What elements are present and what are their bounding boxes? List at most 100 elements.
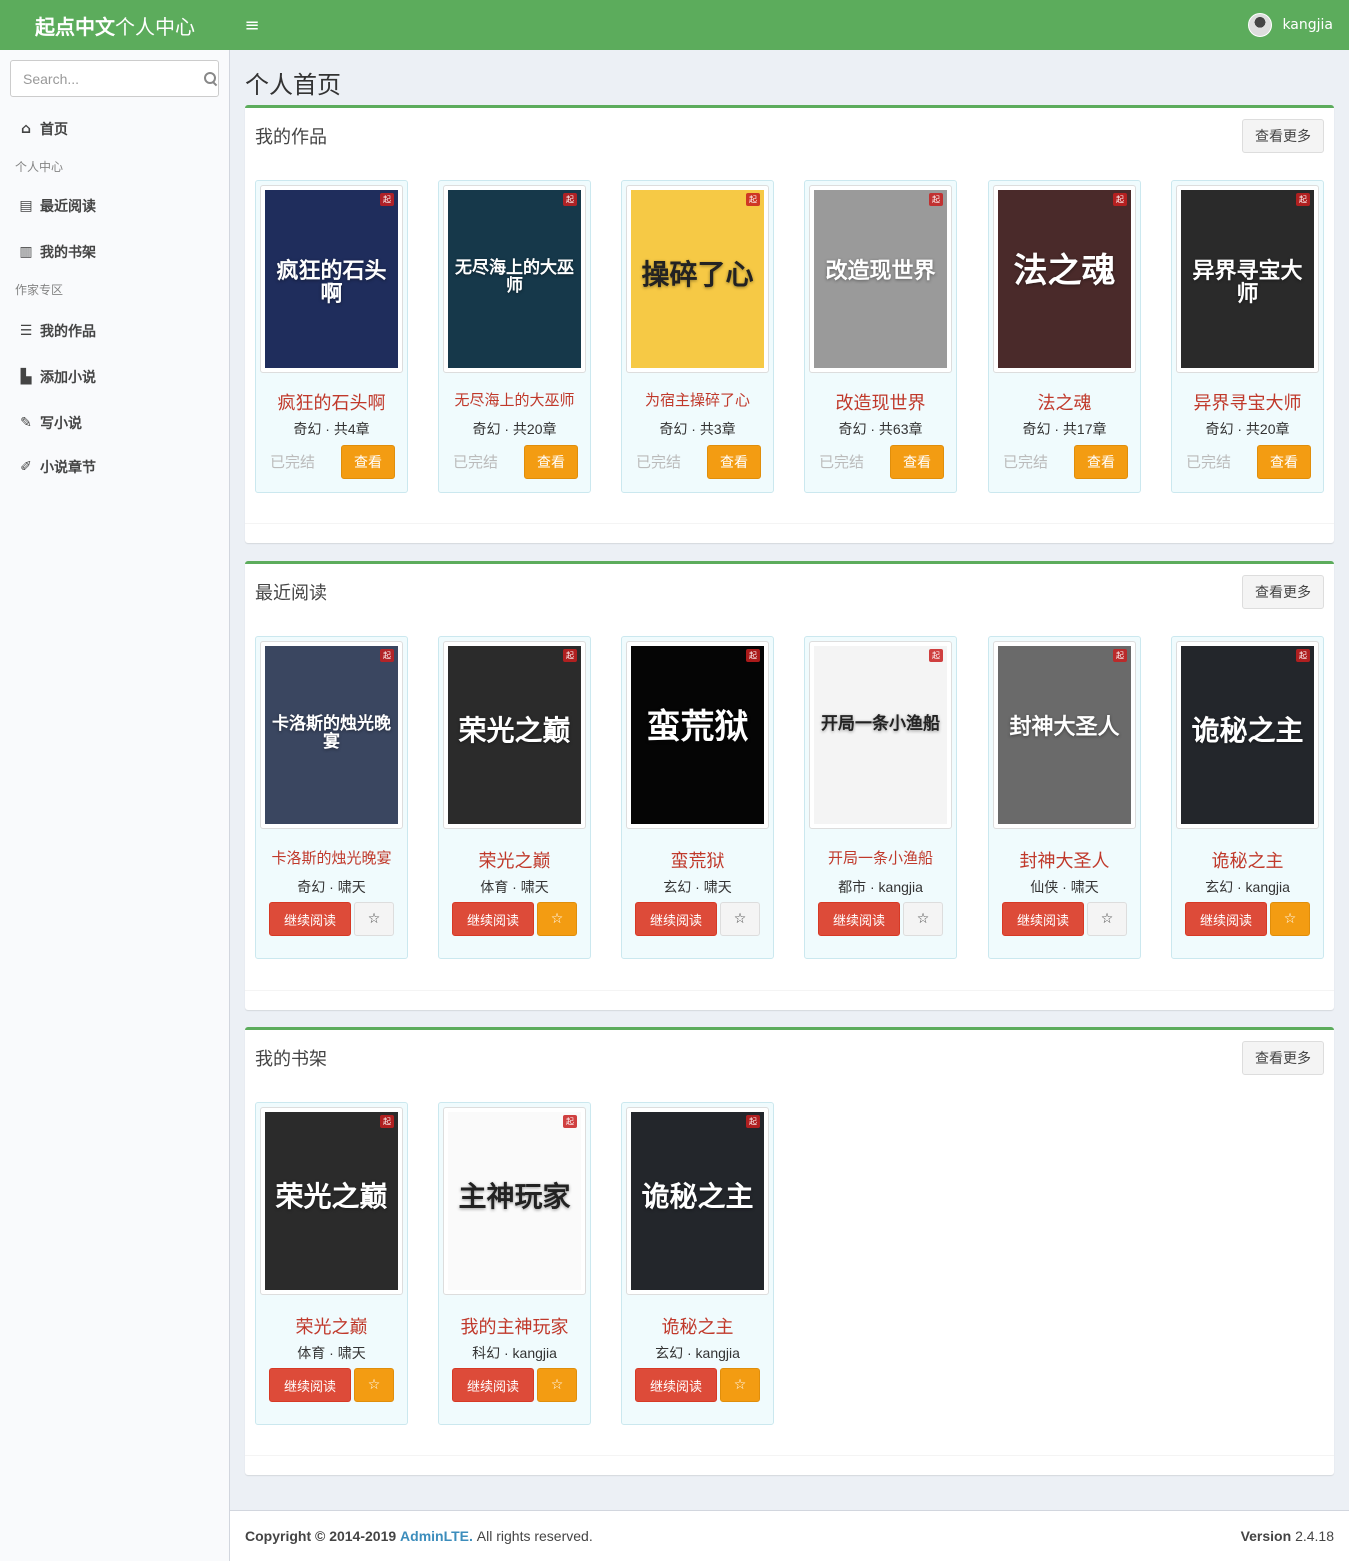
cover-image: 荣光之巅 起 xyxy=(265,1112,398,1290)
continue-reading-button[interactable]: 继续阅读 xyxy=(818,902,900,936)
book-cover[interactable]: 异界寻宝大师 起 xyxy=(1176,185,1319,373)
view-button[interactable]: 查看 xyxy=(341,445,395,479)
book-title-link[interactable]: 开局一条小渔船 xyxy=(805,847,956,868)
sidebar-item-label: 我的书架 xyxy=(40,245,96,261)
book-card: 无尽海上的大巫师 起无尽海上的大巫师 奇幻 · 共20章 已完结 查看 xyxy=(438,180,591,493)
book-title-link[interactable]: 法之魂 xyxy=(989,389,1140,415)
publisher-badge-icon: 起 xyxy=(380,649,394,662)
book-title-link[interactable]: 封神大圣人 xyxy=(989,847,1140,873)
star-icon[interactable]: ☆ xyxy=(354,902,394,936)
book-cover[interactable]: 法之魂 起 xyxy=(993,185,1136,373)
view-more-button[interactable]: 查看更多 xyxy=(1242,119,1324,153)
box-header: 我的作品 查看更多 xyxy=(245,108,1334,164)
star-icon[interactable]: ☆ xyxy=(720,902,760,936)
book-cover[interactable]: 诡秘之主 起 xyxy=(626,1107,769,1295)
search-icon[interactable] xyxy=(204,71,216,86)
book-title-link[interactable]: 疯狂的石头啊 xyxy=(256,389,407,415)
cover-image: 无尽海上的大巫师 起 xyxy=(448,190,581,368)
book-card: 法之魂 起法之魂 奇幻 · 共17章 已完结 查看 xyxy=(988,180,1141,493)
book-cover[interactable]: 封神大圣人 起 xyxy=(993,641,1136,829)
continue-reading-button[interactable]: 继续阅读 xyxy=(452,902,534,936)
book-cover[interactable]: 无尽海上的大巫师 起 xyxy=(443,185,586,373)
book-cover[interactable]: 荣光之巅 起 xyxy=(260,1107,403,1295)
book-title-link[interactable]: 蛮荒狱 xyxy=(622,847,773,873)
book-cover[interactable]: 卡洛斯的烛光晚宴 起 xyxy=(260,641,403,829)
continue-reading-button[interactable]: 继续阅读 xyxy=(1185,902,1267,936)
book-cover[interactable]: 改造现世界 起 xyxy=(809,185,952,373)
cover-title-art: 开局一条小渔船 xyxy=(821,714,940,734)
book-meta: 仙侠 · 啸天 xyxy=(1030,879,1099,895)
cover-title-art: 诡秘之主 xyxy=(641,1180,754,1213)
book-card: 主神玩家 起我的主神玩家 科幻 · kangjia 继续阅读 ☆ xyxy=(438,1102,591,1425)
sidebar-item-recent[interactable]: ▤ 最近阅读 xyxy=(0,184,229,228)
status-text: 已完结 xyxy=(636,454,682,471)
star-icon[interactable]: ☆ xyxy=(903,902,943,936)
continue-reading-button[interactable]: 继续阅读 xyxy=(635,902,717,936)
view-button[interactable]: 查看 xyxy=(524,445,578,479)
view-button[interactable]: 查看 xyxy=(890,445,944,479)
sidebar-item-chapters[interactable]: ✐ 小说章节 xyxy=(0,445,229,489)
top-navbar: 起点中文 个人中心 ≡ kangjia xyxy=(0,0,1349,50)
publisher-badge-icon: 起 xyxy=(746,649,760,662)
star-icon[interactable]: ☆ xyxy=(1087,902,1127,936)
book-title-link[interactable]: 荣光之巅 xyxy=(256,1313,407,1339)
copyright-text: Copyright © 2014-2019 xyxy=(245,1528,397,1544)
book-cover[interactable]: 疯狂的石头啊 起 xyxy=(260,185,403,373)
continue-reading-button[interactable]: 继续阅读 xyxy=(1002,902,1084,936)
continue-reading-button[interactable]: 继续阅读 xyxy=(269,1368,351,1402)
book-cover[interactable]: 诡秘之主 起 xyxy=(1176,641,1319,829)
brand-logo[interactable]: 起点中文 个人中心 xyxy=(0,0,230,50)
star-icon[interactable]: ☆ xyxy=(354,1368,394,1402)
star-icon[interactable]: ☆ xyxy=(720,1368,760,1402)
book-title-link[interactable]: 为宿主操碎了心 xyxy=(622,389,773,410)
cover-title-art: 改造现世界 xyxy=(825,258,936,284)
star-icon[interactable]: ☆ xyxy=(537,1368,577,1402)
continue-reading-button[interactable]: 继续阅读 xyxy=(452,1368,534,1402)
cover-image: 异界寻宝大师 起 xyxy=(1181,190,1314,368)
book-meta: 奇幻 · 共4章 xyxy=(293,421,370,437)
view-button[interactable]: 查看 xyxy=(707,445,761,479)
sidebar-item-write[interactable]: ✎ 写小说 xyxy=(0,401,229,445)
sidebar-toggle-icon[interactable]: ≡ xyxy=(230,0,274,50)
view-button[interactable]: 查看 xyxy=(1257,445,1311,479)
book-open-icon: ▤ xyxy=(19,198,33,214)
footer-brand-link[interactable]: AdminLTE. xyxy=(400,1528,473,1544)
book-card: 诡秘之主 起诡秘之主 玄幻 · kangjia 继续阅读 ☆ xyxy=(1171,636,1324,959)
book-title-link[interactable]: 卡洛斯的烛光晚宴 xyxy=(256,847,407,868)
book-title-link[interactable]: 诡秘之主 xyxy=(622,1313,773,1339)
sidebar-item-add-novel[interactable]: ▙ 添加小说 xyxy=(0,355,229,399)
book-card: 改造现世界 起改造现世界 奇幻 · 共63章 已完结 查看 xyxy=(804,180,957,493)
continue-reading-button[interactable]: 继续阅读 xyxy=(635,1368,717,1402)
publisher-badge-icon: 起 xyxy=(563,649,577,662)
star-icon[interactable]: ☆ xyxy=(1270,902,1310,936)
book-cover[interactable]: 荣光之巅 起 xyxy=(443,641,586,829)
book-title-link[interactable]: 荣光之巅 xyxy=(439,847,590,873)
cover-image: 荣光之巅 起 xyxy=(448,646,581,824)
book-title-link[interactable]: 我的主神玩家 xyxy=(439,1313,590,1339)
continue-reading-button[interactable]: 继续阅读 xyxy=(269,902,351,936)
view-more-button[interactable]: 查看更多 xyxy=(1242,575,1324,609)
book-cover[interactable]: 开局一条小渔船 起 xyxy=(809,641,952,829)
version-label: Version xyxy=(1240,1528,1292,1544)
user-menu[interactable]: kangjia xyxy=(1248,13,1333,37)
book-title-link[interactable]: 无尽海上的大巫师 xyxy=(439,389,590,410)
star-icon[interactable]: ☆ xyxy=(537,902,577,936)
book-cover[interactable]: 主神玩家 起 xyxy=(443,1107,586,1295)
sidebar-item-label: 添加小说 xyxy=(40,370,96,386)
book-card: 操碎了心 起为宿主操碎了心 奇幻 · 共3章 已完结 查看 xyxy=(621,180,774,493)
sidebar-item-works[interactable]: ☰ 我的作品 xyxy=(0,309,229,353)
sidebar-item-shelf[interactable]: ▥ 我的书架 xyxy=(0,230,229,274)
view-more-button[interactable]: 查看更多 xyxy=(1242,1041,1324,1075)
search-input[interactable] xyxy=(23,70,204,87)
status-text: 已完结 xyxy=(1186,454,1232,471)
avatar xyxy=(1248,13,1273,37)
book-title-link[interactable]: 异界寻宝大师 xyxy=(1172,389,1323,415)
book-cover[interactable]: 蛮荒狱 起 xyxy=(626,641,769,829)
cover-title-art: 无尽海上的大巫师 xyxy=(455,258,574,296)
book-title-link[interactable]: 改造现世界 xyxy=(805,389,956,415)
book-title-link[interactable]: 诡秘之主 xyxy=(1172,847,1323,873)
view-button[interactable]: 查看 xyxy=(1074,445,1128,479)
publisher-badge-icon: 起 xyxy=(929,649,943,662)
sidebar-item-home[interactable]: ⌂ 首页 xyxy=(0,107,229,151)
book-cover[interactable]: 操碎了心 起 xyxy=(626,185,769,373)
